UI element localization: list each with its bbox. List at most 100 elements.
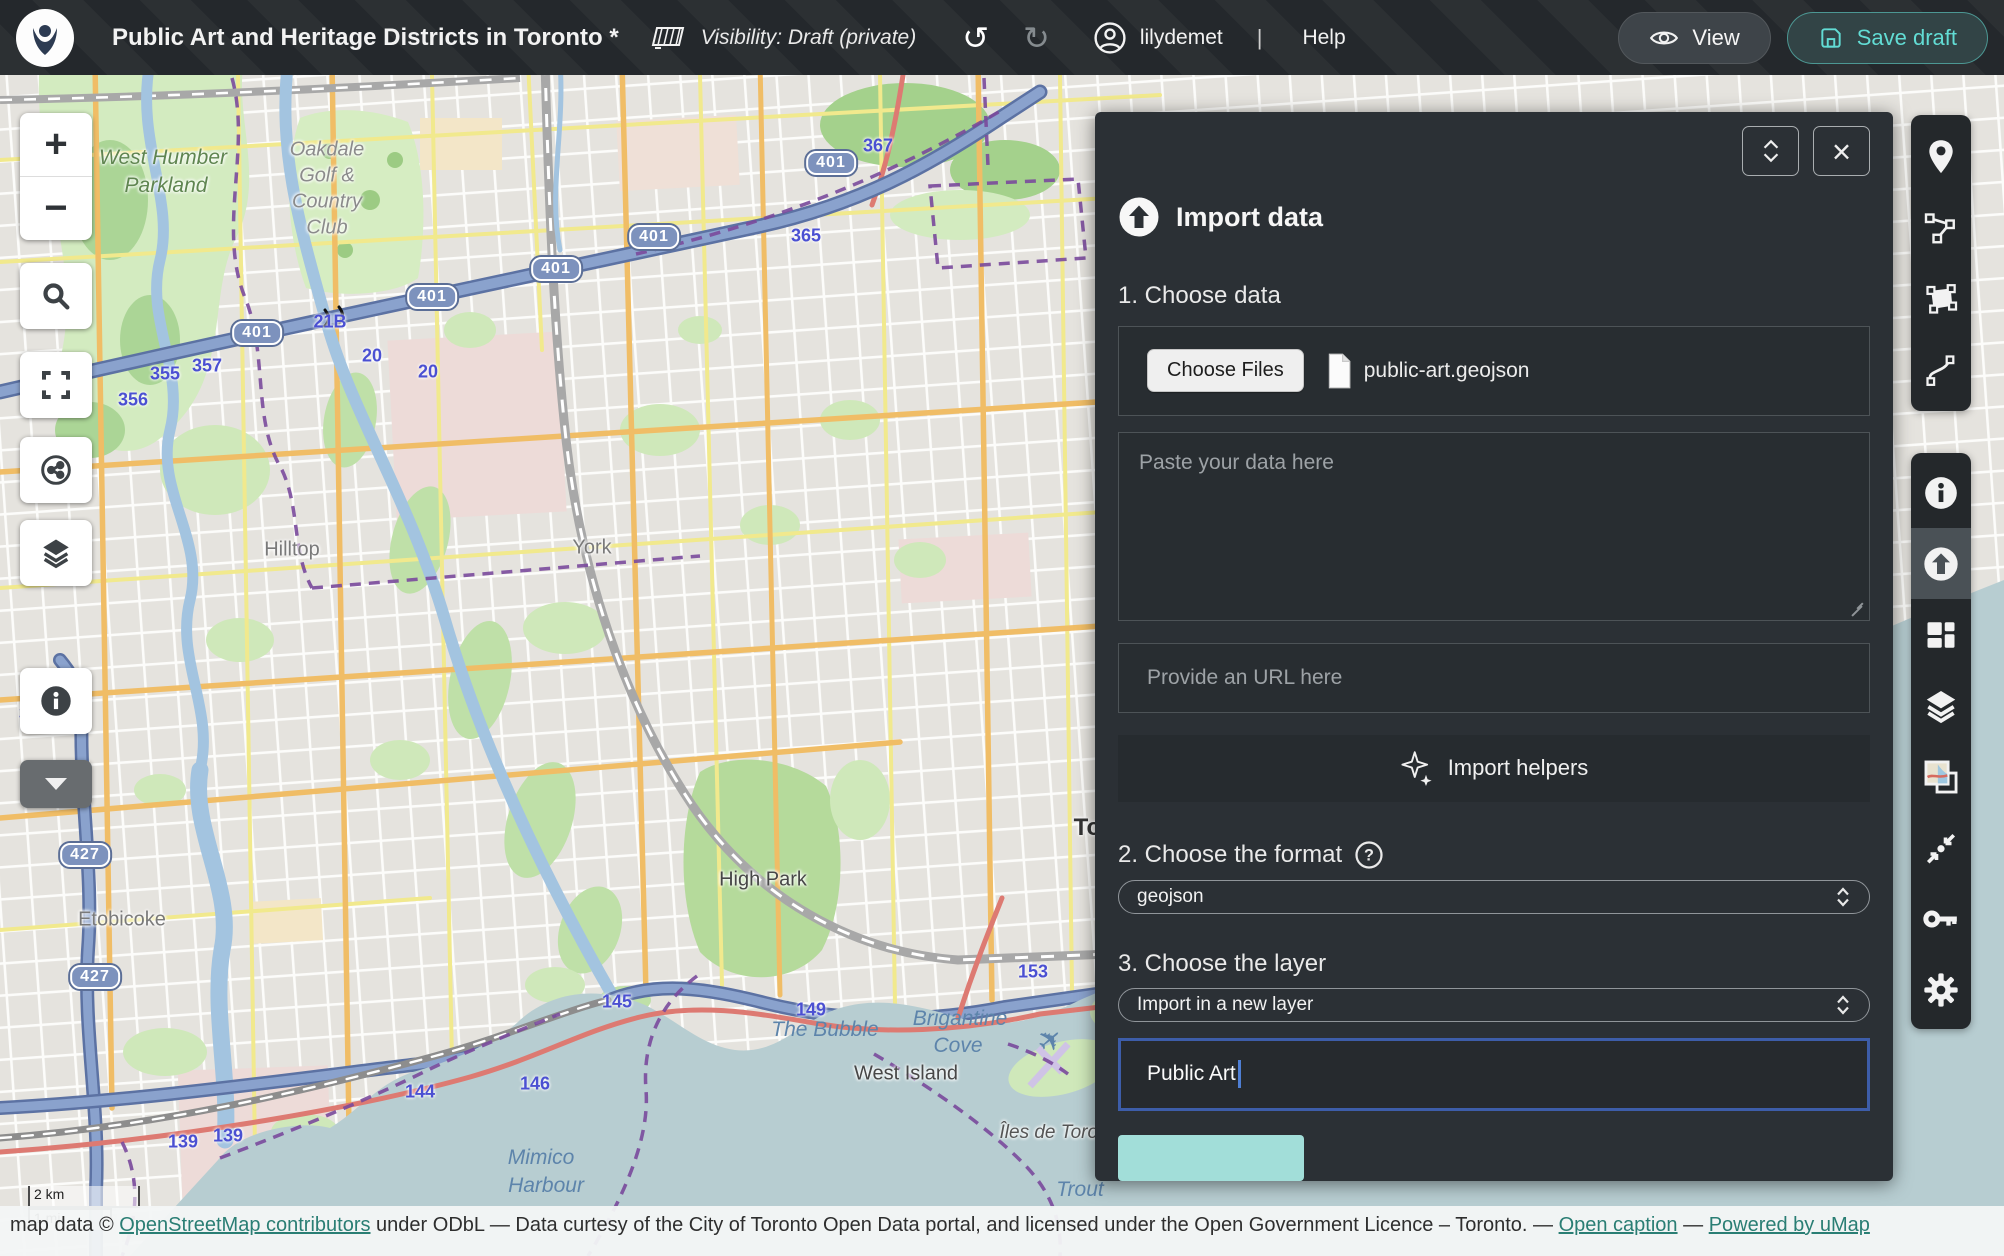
panel-title: Import data bbox=[1176, 202, 1323, 233]
undo-button[interactable]: ↺ bbox=[962, 19, 989, 57]
resize-grip[interactable] bbox=[1850, 601, 1864, 615]
fullscreen-icon bbox=[40, 369, 72, 401]
selected-file-name: public-art.geojson bbox=[1364, 359, 1530, 383]
choose-files-button[interactable]: Choose Files bbox=[1147, 349, 1304, 392]
top-bar: Public Art and Heritage Districts in Tor… bbox=[0, 0, 2004, 75]
settings-icon bbox=[1921, 970, 1961, 1010]
text-caret bbox=[1238, 1060, 1241, 1088]
paste-data-textarea[interactable] bbox=[1139, 451, 1849, 603]
scale-km: 2 km bbox=[28, 1186, 140, 1208]
settings-tool-button[interactable] bbox=[1911, 954, 1971, 1025]
layers-icon bbox=[39, 536, 73, 570]
sparkles-icon bbox=[1400, 750, 1434, 786]
powered-by-umap-link[interactable]: Powered by uMap bbox=[1709, 1214, 1870, 1236]
import-data-panel: × Import data 1. Choose data Choose File… bbox=[1095, 112, 1893, 1181]
attribution-dash: — bbox=[1678, 1214, 1709, 1236]
layer-name-value: Public Art bbox=[1147, 1062, 1236, 1086]
close-icon: × bbox=[1832, 135, 1851, 168]
upload-tool-button[interactable] bbox=[1911, 528, 1971, 599]
open-caption-link[interactable]: Open caption bbox=[1559, 1214, 1678, 1236]
layer-select-value: Import in a new layer bbox=[1137, 994, 1835, 1016]
select-chevrons-icon bbox=[1835, 885, 1851, 909]
share-icon bbox=[39, 453, 73, 487]
share-button[interactable] bbox=[20, 437, 92, 503]
help-link[interactable]: Help bbox=[1302, 26, 1345, 50]
user-icon[interactable] bbox=[1092, 20, 1128, 56]
umap-logo-icon[interactable] bbox=[16, 9, 74, 67]
center-tool-button[interactable] bbox=[1911, 812, 1971, 883]
panel-expand-button[interactable] bbox=[1742, 126, 1799, 176]
upload-icon bbox=[1921, 544, 1961, 584]
curve-tool-button[interactable] bbox=[1911, 334, 1971, 405]
info-icon bbox=[1922, 474, 1960, 512]
url-input-box bbox=[1118, 643, 1870, 712]
zoom-in-button[interactable]: + bbox=[20, 114, 92, 177]
edit-toolbar bbox=[1911, 453, 1971, 1029]
osm-contributors-link[interactable]: OpenStreetMap contributors bbox=[119, 1214, 370, 1236]
layers-button[interactable] bbox=[20, 520, 92, 586]
collapse-controls-button[interactable] bbox=[20, 760, 92, 808]
choose-format-label: 2. Choose the format bbox=[1118, 841, 1342, 869]
marker-tool-button[interactable] bbox=[1911, 121, 1971, 192]
attribution-bar: map data © OpenStreetMap contributors un… bbox=[0, 1206, 2004, 1256]
choose-data-heading: 1. Choose data bbox=[1118, 282, 1870, 310]
zoom-control: + − bbox=[20, 113, 92, 240]
attribution-middle: under ODbL — Data curtesy of the City of… bbox=[371, 1214, 1559, 1236]
format-select[interactable]: geojson bbox=[1118, 880, 1870, 914]
dashboard-icon bbox=[1923, 617, 1959, 653]
attribution-prefix: map data © bbox=[10, 1214, 119, 1236]
dashboard-tool-button[interactable] bbox=[1911, 599, 1971, 670]
svg-text:?: ? bbox=[1364, 847, 1374, 865]
polyline-icon bbox=[1923, 210, 1959, 246]
help-icon[interactable]: ? bbox=[1354, 840, 1384, 870]
panel-close-button[interactable]: × bbox=[1813, 126, 1870, 176]
layers-tool-button[interactable] bbox=[1911, 670, 1971, 741]
map-title[interactable]: Public Art and Heritage Districts in Tor… bbox=[112, 24, 619, 52]
layer-select[interactable]: Import in a new layer bbox=[1118, 988, 1870, 1022]
map-info-button[interactable] bbox=[20, 668, 92, 734]
import-button[interactable] bbox=[1118, 1135, 1304, 1181]
format-select-value: geojson bbox=[1137, 886, 1835, 908]
separator: | bbox=[1257, 25, 1263, 51]
save-draft-button[interactable]: Save draft bbox=[1787, 12, 1988, 64]
center-icon bbox=[1923, 830, 1959, 866]
info-tool-button[interactable] bbox=[1911, 457, 1971, 528]
search-button[interactable] bbox=[20, 263, 92, 329]
expand-collapse-icon bbox=[1758, 137, 1784, 165]
zoom-out-button[interactable]: − bbox=[20, 177, 92, 240]
chevron-down-icon bbox=[43, 776, 69, 792]
eye-icon bbox=[1649, 27, 1679, 49]
choose-format-heading: 2. Choose the format ? bbox=[1118, 840, 1870, 870]
url-input[interactable] bbox=[1119, 666, 1869, 690]
key-tool-button[interactable] bbox=[1911, 883, 1971, 954]
save-draft-label: Save draft bbox=[1857, 25, 1957, 51]
tile-layers-tool-button[interactable] bbox=[1911, 741, 1971, 812]
tile-layers-icon bbox=[1922, 758, 1960, 796]
upload-circle-icon bbox=[1118, 196, 1160, 238]
key-icon bbox=[1921, 899, 1961, 939]
choose-layer-heading: 3. Choose the layer bbox=[1118, 950, 1870, 978]
polygon-tool-button[interactable] bbox=[1911, 263, 1971, 334]
layers-icon bbox=[1922, 687, 1960, 725]
visibility-status[interactable]: Visibility: Draft (private) bbox=[701, 26, 917, 50]
username[interactable]: lilydemet bbox=[1140, 26, 1223, 50]
file-icon bbox=[1324, 353, 1354, 389]
info-icon bbox=[38, 683, 74, 719]
redo-button[interactable]: ↻ bbox=[1023, 19, 1050, 57]
select-chevrons-icon bbox=[1835, 993, 1851, 1017]
import-helpers-button[interactable]: Import helpers bbox=[1118, 735, 1870, 802]
view-button[interactable]: View bbox=[1618, 12, 1770, 64]
marker-icon bbox=[1923, 138, 1959, 176]
fullscreen-button[interactable] bbox=[20, 352, 92, 418]
draw-toolbar bbox=[1911, 115, 1971, 411]
layer-name-input[interactable]: Public Art bbox=[1118, 1038, 1870, 1111]
paste-data-box bbox=[1118, 432, 1870, 622]
polygon-icon bbox=[1923, 281, 1959, 317]
save-icon bbox=[1818, 25, 1844, 51]
draft-hatch-icon bbox=[649, 23, 687, 53]
import-helpers-label: Import helpers bbox=[1448, 755, 1589, 781]
curve-icon bbox=[1923, 352, 1959, 388]
umap-editor: ✈ West HumberParklandOakdaleGolf &Countr… bbox=[0, 0, 2004, 1256]
polyline-tool-button[interactable] bbox=[1911, 192, 1971, 263]
file-input-row[interactable]: Choose Files public-art.geojson bbox=[1118, 326, 1870, 416]
